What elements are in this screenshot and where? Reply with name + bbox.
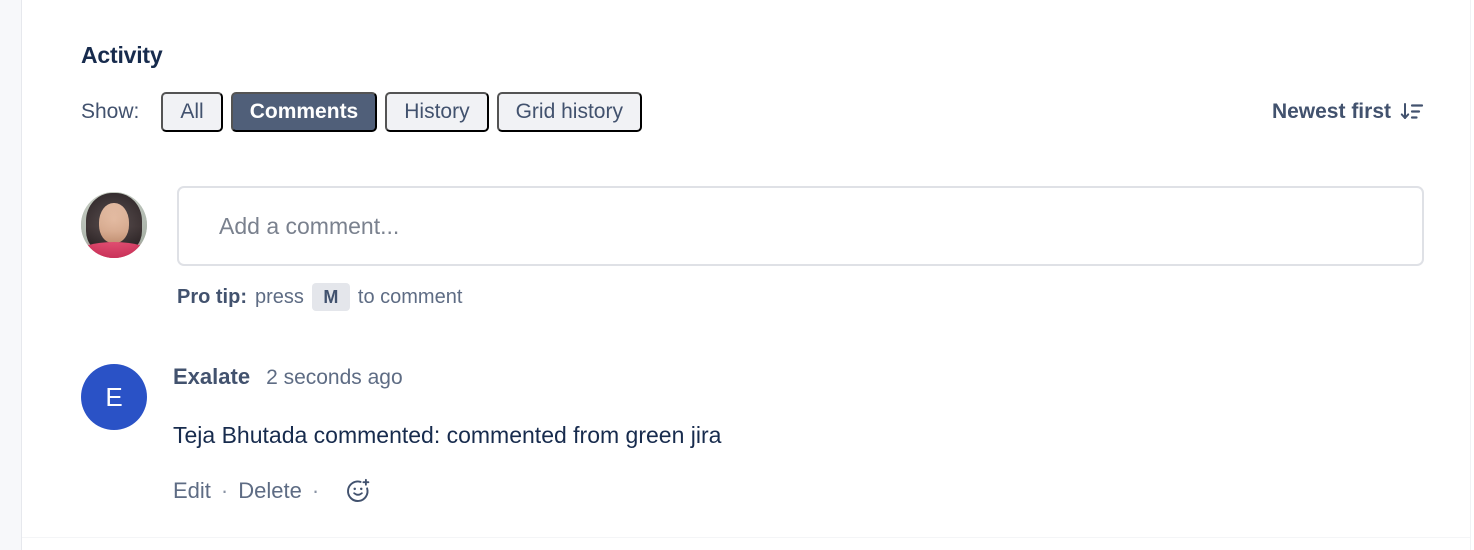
activity-panel: Activity Show: All Comments History Grid…: [0, 0, 1474, 550]
sort-order-button[interactable]: Newest first: [1272, 92, 1424, 132]
sort-order-label: Newest first: [1271, 100, 1391, 123]
comment-author-avatar[interactable]: E: [81, 364, 147, 430]
filter-chip-group: All Comments History Grid history: [161, 92, 642, 132]
comment-author-name[interactable]: Exalate: [173, 364, 250, 390]
pro-tip-press: press: [255, 286, 304, 308]
add-comment-placeholder: Add a comment...: [219, 212, 400, 239]
comment-actions: Edit · Delete ·: [173, 476, 1424, 506]
pro-tip-key: M: [311, 283, 350, 311]
action-separator: ·: [220, 478, 229, 503]
activity-content: Activity Show: All Comments History Grid…: [22, 0, 1470, 550]
comment-timestamp[interactable]: 2 seconds ago: [266, 366, 403, 390]
show-label: Show:: [81, 100, 140, 123]
delete-comment-button[interactable]: Delete: [238, 478, 302, 504]
sort-descending-icon: [1400, 100, 1424, 124]
comment-text: Teja Bhutada commented: commented from g…: [173, 422, 722, 448]
left-gutter: [0, 0, 21, 550]
right-divider: [1470, 0, 1471, 550]
filter-chip-grid-history[interactable]: Grid history: [496, 92, 642, 132]
current-user-avatar[interactable]: [81, 192, 147, 258]
comment-header: Exalate 2 seconds ago: [173, 364, 1424, 394]
pro-tip: Pro tip: press M to comment: [177, 283, 462, 311]
pro-tip-prefix: Pro tip:: [177, 286, 247, 308]
edit-comment-button[interactable]: Edit: [173, 478, 211, 504]
filter-chip-all[interactable]: All: [161, 92, 223, 132]
page-title: Activity: [81, 42, 163, 68]
filter-chip-history[interactable]: History: [385, 92, 489, 132]
activity-filter-row: Show: All Comments History Grid history: [81, 92, 1420, 132]
add-comment-input[interactable]: Add a comment...: [177, 186, 1424, 266]
add-reaction-icon[interactable]: [343, 476, 373, 506]
pro-tip-suffix: to comment: [357, 286, 463, 308]
filter-chip-comments[interactable]: Comments: [230, 92, 378, 132]
avatar-shading: [81, 192, 147, 258]
comment-body: Exalate 2 seconds ago Teja Bhutada comme…: [173, 364, 1424, 506]
comment-composer: Add a comment... Pro tip: press M to com…: [81, 186, 1424, 311]
action-separator-2: ·: [311, 478, 320, 503]
